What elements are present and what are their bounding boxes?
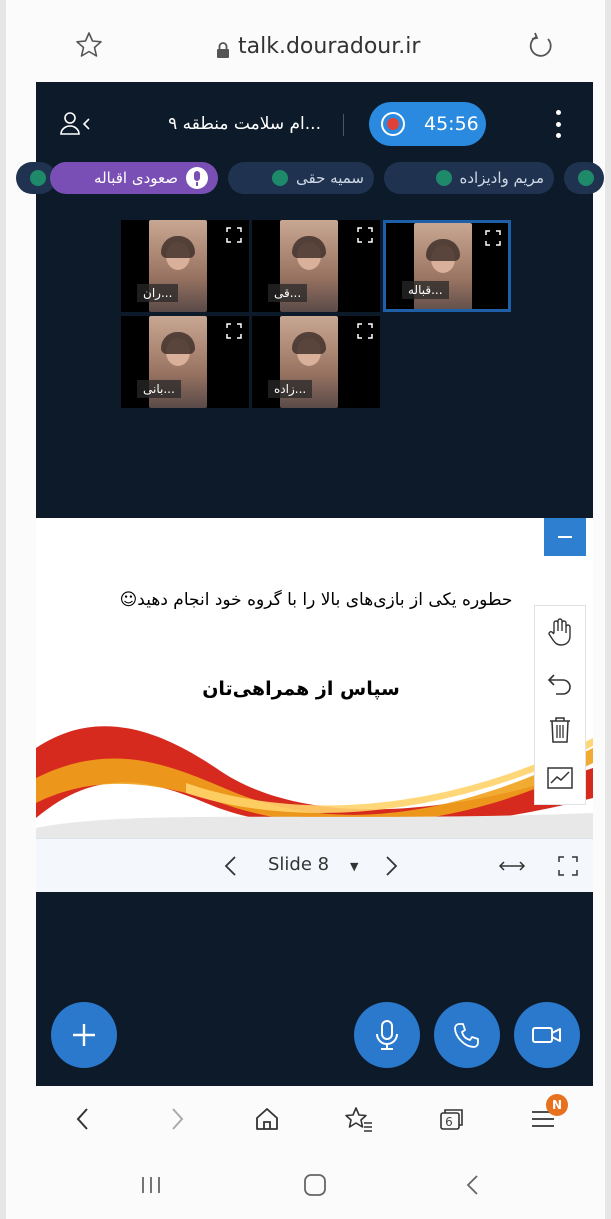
plus-icon [73, 1024, 95, 1046]
forward-icon[interactable] [160, 1102, 194, 1136]
tile-label: ...ران [137, 284, 179, 302]
microphone-icon [186, 167, 208, 189]
phone-screen: talk.douradour.ir ...ام سلامت منطقه ۹ 45… [0, 0, 611, 1219]
video-tiles: ...قباله ...قی ...ران ...زاده ...بانی [121, 220, 511, 410]
home-system-icon[interactable] [298, 1170, 332, 1200]
participant-name: سمیه حقی [296, 169, 364, 187]
microphone-icon [376, 1020, 398, 1050]
expand-icon[interactable] [484, 229, 502, 247]
participant-chips: صعودی اقباله سمیه حقی مریم وادیزاده [16, 162, 604, 194]
status-dot-icon [272, 170, 289, 186]
pan-hand-icon[interactable] [535, 608, 585, 656]
browser-bottom-toolbar: 6 N [36, 1086, 593, 1152]
notification-badge: N [546, 1094, 568, 1116]
video-tile[interactable]: ...قی [252, 220, 380, 312]
whiteboard-toolbar [534, 605, 586, 805]
participant-name: صعودی اقباله [94, 169, 178, 187]
user-list-toggle-button[interactable] [58, 110, 98, 138]
tabs-count: 6 [445, 1115, 453, 1129]
tabs-button[interactable]: 6 [434, 1102, 468, 1136]
video-tile[interactable]: ...بانی [121, 316, 249, 408]
leave-call-button[interactable] [434, 1002, 500, 1068]
back-system-icon[interactable] [456, 1170, 490, 1200]
tile-label: ...بانی [137, 380, 181, 398]
header-divider [343, 114, 344, 136]
participant-chip[interactable]: مریم وادیزاده [384, 162, 554, 194]
video-tile[interactable]: ...قباله [383, 220, 511, 312]
status-dot-icon [578, 170, 594, 186]
tile-label: ...زاده [268, 380, 313, 398]
add-action-button[interactable] [51, 1002, 117, 1068]
back-icon[interactable] [66, 1102, 100, 1136]
video-tile[interactable]: ...ران [121, 220, 249, 312]
slide-heading: سپاس از همراهی‌تان [202, 678, 400, 700]
next-slide-chevron-icon[interactable] [381, 855, 401, 877]
tile-label: ...قی [268, 284, 308, 302]
slide-body-text: حطوره یکی از بازی‌های بالا را با گروه خو… [119, 590, 513, 610]
status-dot-icon [30, 170, 46, 186]
microphone-button[interactable] [354, 1002, 420, 1068]
slide-selector[interactable]: Slide 8 [268, 854, 329, 875]
participant-chip[interactable]: سمیه حقی [228, 162, 374, 194]
record-icon [381, 112, 405, 136]
recording-indicator[interactable]: 45:56 [369, 102, 486, 146]
fullscreen-icon[interactable] [556, 854, 580, 878]
system-navigation-bar [36, 1152, 593, 1219]
expand-icon[interactable] [225, 322, 243, 340]
participant-chip[interactable]: صعودی اقباله [50, 162, 218, 194]
caret-down-icon[interactable]: ▼ [350, 860, 358, 873]
status-dot-icon [435, 170, 452, 186]
url-text: talk.douradour.ir [238, 34, 421, 59]
home-icon[interactable] [250, 1102, 284, 1136]
tile-label: ...قباله [402, 281, 449, 299]
browser-address-bar: talk.douradour.ir [36, 0, 587, 82]
participant-chip-overflow[interactable] [564, 162, 604, 194]
bookmarks-icon[interactable] [342, 1102, 376, 1136]
room-title: ...ام سلامت منطقه ۹ [168, 114, 321, 134]
video-camera-button[interactable] [514, 1002, 580, 1068]
participant-name: مریم وادیزاده [459, 169, 545, 187]
expand-icon[interactable] [356, 322, 374, 340]
meeting-header: ...ام سلامت منطقه ۹ 45:56 [36, 102, 593, 146]
video-tile[interactable]: ...زاده [252, 316, 380, 408]
slide-navigation-bar: Slide 8 ▼ [36, 838, 593, 892]
chart-tool-icon[interactable] [535, 754, 585, 802]
bookmark-star-icon[interactable] [74, 30, 104, 60]
menu-icon[interactable]: N [526, 1094, 568, 1136]
action-bar [36, 892, 593, 1086]
expand-icon[interactable] [225, 226, 243, 244]
minimize-presentation-button[interactable] [544, 518, 586, 556]
previous-slide-chevron-icon[interactable] [221, 855, 241, 877]
meeting-area: ...ام سلامت منطقه ۹ 45:56 صعودی اقباله س… [16, 82, 604, 518]
reload-icon[interactable] [526, 30, 556, 60]
expand-icon[interactable] [356, 226, 374, 244]
more-options-icon[interactable] [551, 110, 565, 138]
lock-icon [216, 39, 230, 58]
delete-trash-icon[interactable] [535, 706, 585, 754]
url-field[interactable]: talk.douradour.ir [216, 34, 420, 59]
undo-icon[interactable] [535, 658, 585, 706]
recent-apps-icon[interactable] [134, 1170, 168, 1200]
fit-to-width-icon[interactable] [498, 857, 526, 875]
presentation-slide: حطوره یکی از بازی‌های بالا را با گروه خو… [36, 518, 593, 838]
video-camera-icon [532, 1027, 561, 1043]
record-time: 45:56 [424, 113, 479, 135]
phone-icon [454, 1023, 479, 1048]
slide-ribbon-decoration [36, 726, 593, 838]
